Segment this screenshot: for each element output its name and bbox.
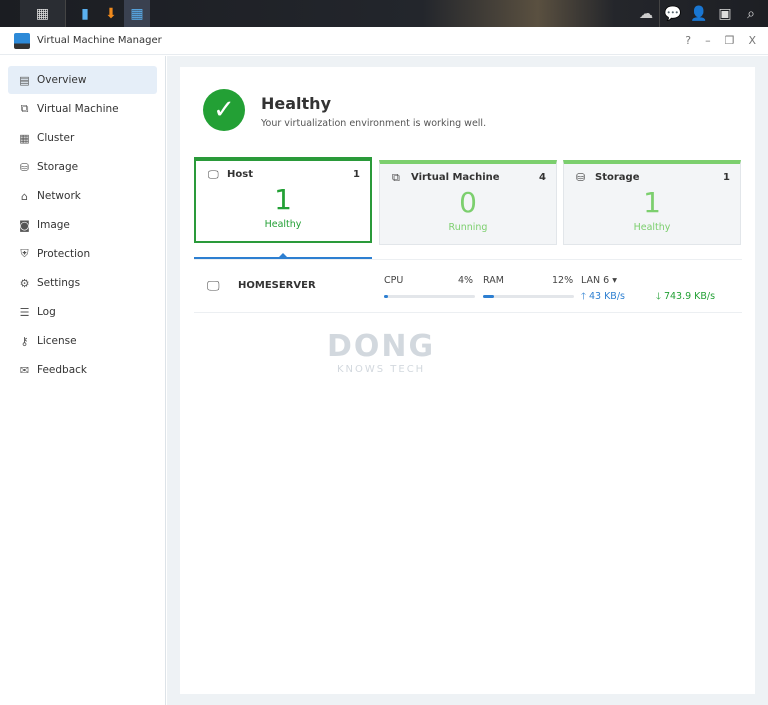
sidebar-item-image[interactable]: ◙ Image [8, 211, 157, 239]
cpu-label: CPU [384, 275, 404, 286]
card-label: Host [227, 169, 253, 180]
ram-value: 12% [552, 275, 574, 286]
download-icon[interactable]: ⬇ [98, 0, 124, 27]
sidebar-item-feedback[interactable]: ✉ Feedback [8, 356, 157, 384]
overview-icon: ▤ [19, 73, 30, 87]
card-virtual-machine[interactable]: ⧉ Virtual Machine 4 0 Running [379, 160, 557, 245]
help-button[interactable]: ? [685, 34, 691, 47]
cpu-value: 4% [458, 275, 474, 286]
storage-icon: ⛁ [576, 171, 586, 184]
storage-icon: ⛁ [19, 160, 30, 174]
vmm-icon[interactable]: ▦ [124, 0, 150, 27]
sidebar-item-label: Protection [37, 248, 91, 260]
app-icon-1[interactable]: ▮ [72, 0, 98, 27]
overview-panel: ✓ Healthy Your virtualization environmen… [180, 67, 755, 694]
card-count: 4 [539, 172, 546, 183]
divider [65, 0, 66, 27]
monitor-icon: 🖵 [207, 279, 220, 294]
sidebar-item-label: Virtual Machine [37, 103, 119, 115]
sidebar-item-overview[interactable]: ▤ Overview [8, 66, 157, 94]
host-name: HOMESERVER [238, 280, 316, 291]
sidebar-item-label: Image [37, 219, 70, 231]
sidebar-item-license[interactable]: ⚷ License [8, 327, 157, 355]
upload-speed: 🡑 43 KB/s [581, 291, 625, 302]
window-titlebar: Virtual Machine Manager ? – ❐ X [0, 27, 768, 55]
sidebar-item-label: Log [37, 306, 56, 318]
window-title: Virtual Machine Manager [37, 35, 162, 46]
card-label: Virtual Machine [411, 172, 500, 183]
network-icon: ⌂ [21, 189, 28, 203]
divider [194, 312, 742, 313]
image-icon: ◙ [19, 218, 30, 232]
watermark-logo: DONG KNOWS TECH [327, 329, 436, 375]
sidebar-item-protection[interactable]: ⛨ Protection [8, 240, 157, 268]
sidebar-item-cluster[interactable]: ▦ Cluster [8, 124, 157, 152]
sidebar-item-label: Cluster [37, 132, 75, 144]
tab-caret [279, 253, 287, 257]
notifications-icon[interactable]: 💬 [660, 0, 686, 27]
sidebar-item-label: Storage [37, 161, 79, 173]
healthy-check-icon: ✓ [203, 89, 245, 131]
card-count: 1 [723, 172, 730, 183]
vmm-app-icon [14, 32, 30, 49]
virtual-machine-icon: ⧉ [20, 102, 29, 115]
license-icon: ⚷ [20, 334, 29, 348]
card-value: 1 [274, 183, 292, 216]
lan-selector[interactable]: LAN 6 ▾ [581, 275, 617, 286]
card-state: Running [448, 222, 488, 233]
status-subtitle: Your virtualization environment is worki… [261, 118, 487, 129]
sidebar-item-virtual-machine[interactable]: ⧉ Virtual Machine [8, 95, 157, 123]
main-content: ✓ Healthy Your virtualization environmen… [167, 56, 768, 705]
main-menu-icon[interactable]: ▦ [20, 0, 65, 27]
sidebar-item-label: Feedback [37, 364, 88, 376]
minimize-button[interactable]: – [705, 34, 711, 47]
feedback-icon: ✉ [19, 363, 30, 377]
cloud-sync-icon[interactable]: ☁ [633, 0, 659, 27]
card-label: Storage [595, 172, 640, 183]
monitor-icon: 🖵 [208, 168, 219, 181]
sidebar-item-label: Settings [37, 277, 81, 289]
sidebar-item-log[interactable]: ☰ Log [8, 298, 157, 326]
vm-icon: ⧉ [392, 171, 400, 184]
card-value: 1 [643, 186, 661, 219]
sidebar-item-label: Network [37, 190, 81, 202]
status-title: Healthy [261, 94, 331, 113]
sidebar-item-storage[interactable]: ⛁ Storage [8, 153, 157, 181]
log-icon: ☰ [19, 305, 30, 319]
card-count: 1 [353, 169, 360, 180]
card-storage[interactable]: ⛁ Storage 1 1 Healthy [563, 160, 741, 245]
cluster-icon: ▦ [19, 131, 30, 145]
sidebar-item-label: Overview [37, 74, 87, 86]
widgets-icon[interactable]: ▣ [712, 0, 738, 27]
divider [194, 259, 742, 260]
card-host[interactable]: 🖵 Host 1 1 Healthy [194, 157, 372, 243]
sidebar-item-network[interactable]: ⌂ Network [8, 182, 157, 210]
restore-button[interactable]: ❐ [725, 34, 735, 47]
card-value: 0 [459, 186, 477, 219]
taskbar: ▦ ▮ ⬇ ▦ ☁ 💬 👤 ▣ ⌕ [0, 0, 768, 27]
search-icon[interactable]: ⌕ [738, 0, 764, 27]
sidebar-item-settings[interactable]: ⚙ Settings [8, 269, 157, 297]
user-icon[interactable]: 👤 [686, 0, 712, 27]
protection-icon: ⛨ [20, 247, 29, 260]
settings-icon: ⚙ [19, 276, 30, 290]
card-state: Healthy [633, 222, 671, 233]
cpu-bar [384, 295, 475, 298]
sidebar: ▤ Overview ⧉ Virtual Machine ▦ Cluster ⛁ Storag… [0, 56, 166, 705]
cpu-bar-fill [384, 295, 388, 298]
selected-tab-indicator [194, 257, 372, 259]
sidebar-item-label: License [37, 335, 77, 347]
ram-label: RAM [483, 275, 504, 286]
download-speed: 🡓 743.9 KB/s [656, 291, 716, 302]
ram-bar [483, 295, 574, 298]
card-state: Healthy [264, 219, 302, 230]
ram-bar-fill [483, 295, 494, 298]
close-button[interactable]: X [748, 34, 756, 47]
